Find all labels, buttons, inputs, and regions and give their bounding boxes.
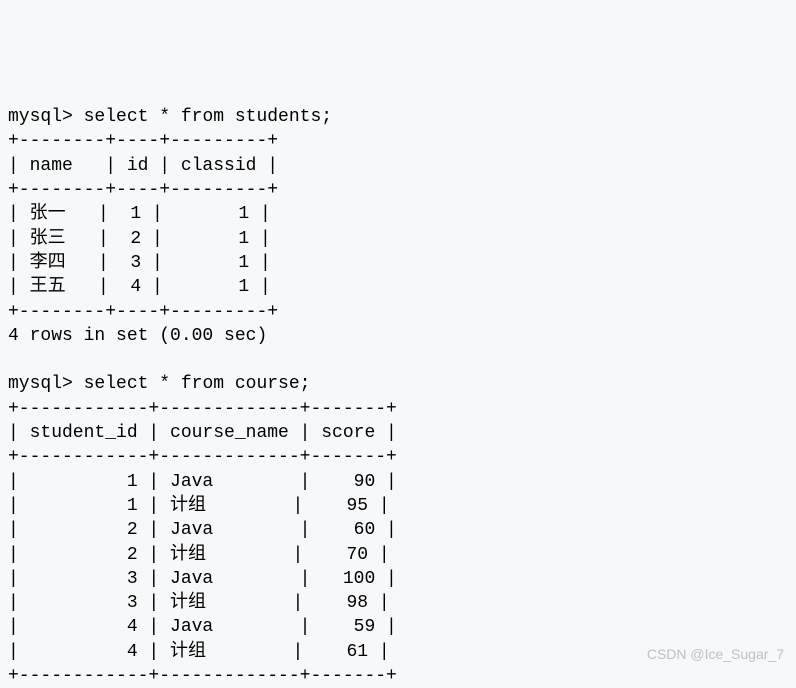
table-row: | 2 | 计组 | 70 | xyxy=(8,545,390,565)
table2-header: | student_id | course_name | score | xyxy=(8,423,397,443)
table1-border-mid: +--------+----+---------+ xyxy=(8,180,278,200)
mysql-prompt: mysql> xyxy=(8,374,84,394)
table1-border-bot: +--------+----+---------+ xyxy=(8,302,278,322)
table2-border-top: +------------+-------------+-------+ xyxy=(8,399,397,419)
table-row: | 4 | 计组 | 61 | xyxy=(8,642,390,662)
result-footer: 4 rows in set (0.00 sec) xyxy=(8,326,267,346)
table-row: | 4 | Java | 59 | xyxy=(8,617,397,637)
sql-query-students: select * from students; xyxy=(84,107,332,127)
sql-query-course: select * from course; xyxy=(84,374,311,394)
table1-header: | name | id | classid | xyxy=(8,156,278,176)
table2-border-mid: +------------+-------------+-------+ xyxy=(8,447,397,467)
table-row: | 2 | Java | 60 | xyxy=(8,520,397,540)
table-row: | 1 | Java | 90 | xyxy=(8,472,397,492)
table2-border-bot: +------------+-------------+-------+ xyxy=(8,666,397,686)
watermark-text: CSDN @Ice_Sugar_7 xyxy=(647,645,784,664)
table-row: | 王五 | 4 | 1 | xyxy=(8,277,271,297)
table-row: | 3 | 计组 | 98 | xyxy=(8,593,390,613)
table-row: | 1 | 计组 | 95 | xyxy=(8,496,390,516)
table-row: | 张一 | 1 | 1 | xyxy=(8,204,271,224)
table1-border-top: +--------+----+---------+ xyxy=(8,131,278,151)
table-row: | 李四 | 3 | 1 | xyxy=(8,253,271,273)
table-row: | 张三 | 2 | 1 | xyxy=(8,229,271,249)
table-row: | 3 | Java | 100 | xyxy=(8,569,397,589)
mysql-prompt: mysql> xyxy=(8,107,84,127)
